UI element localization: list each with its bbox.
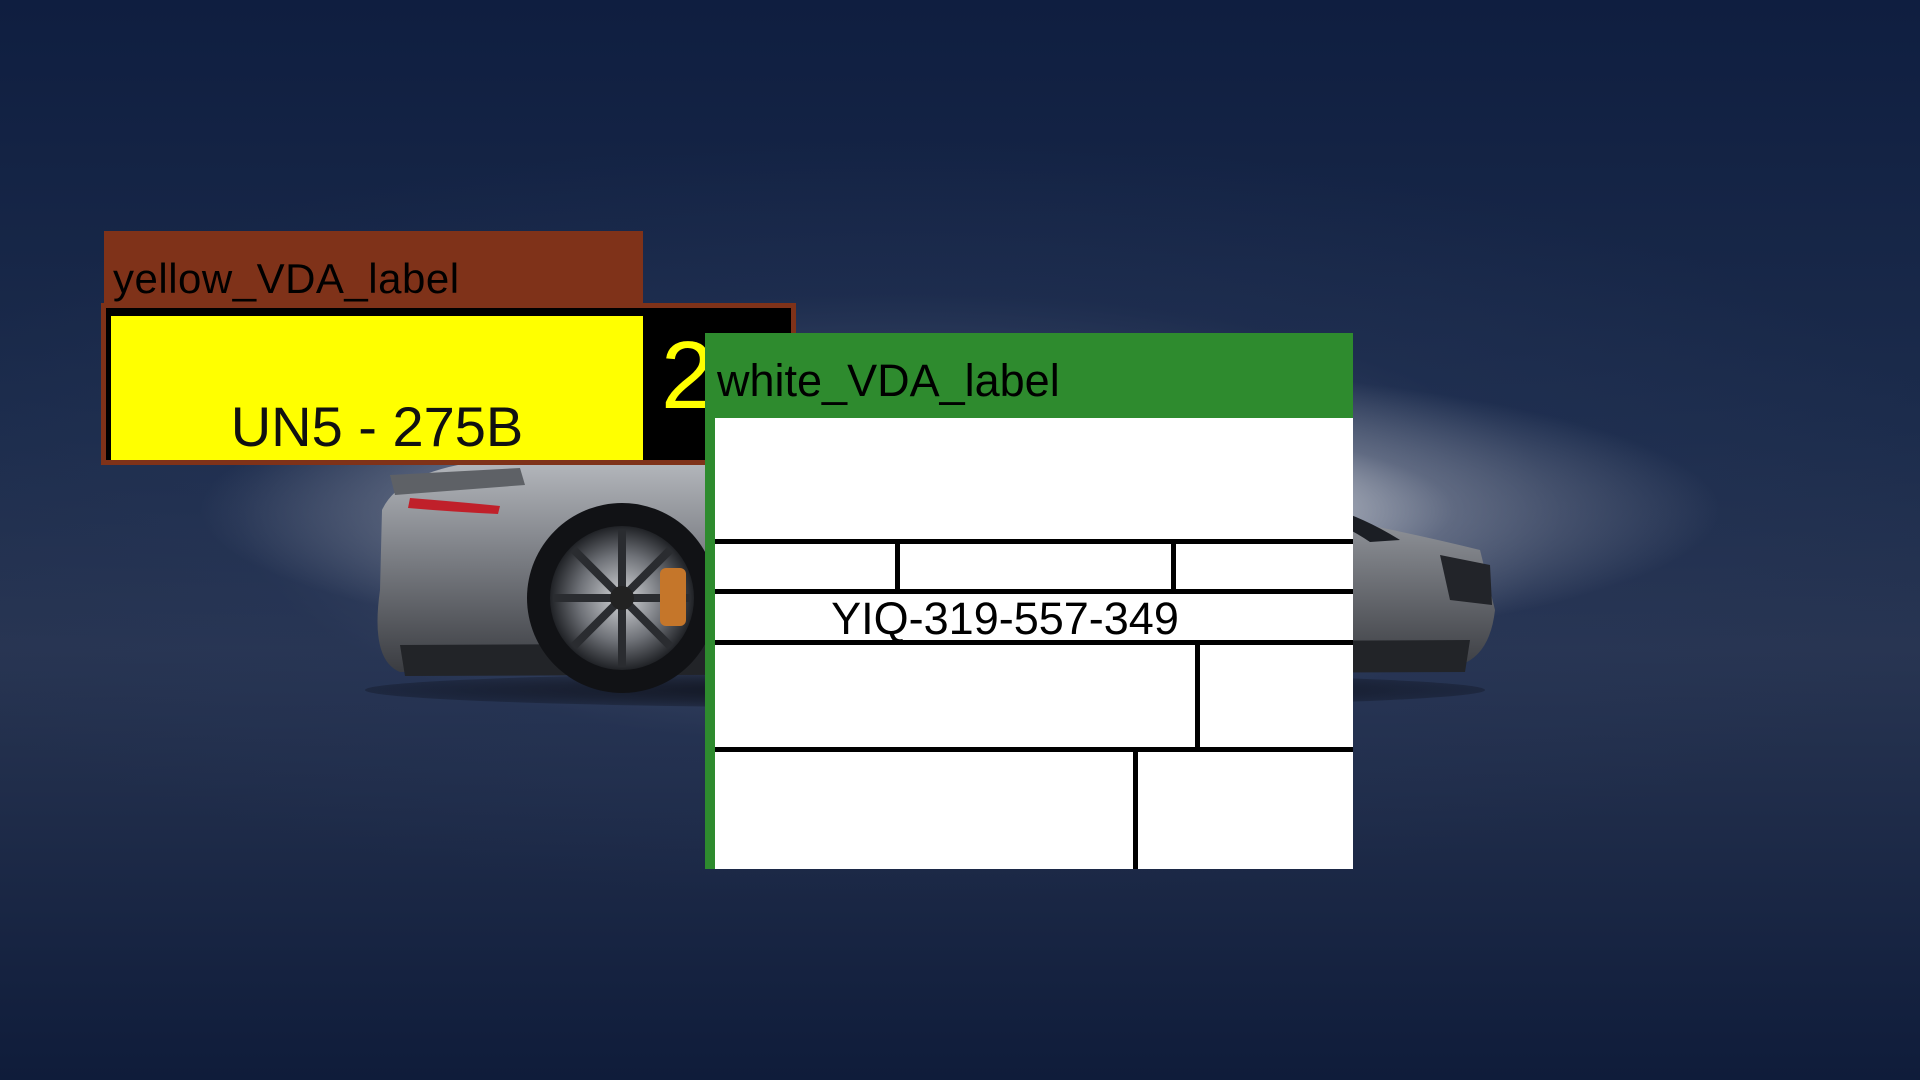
form-divider	[895, 539, 900, 592]
white-label-id: YIQ-319-557-349	[831, 593, 1179, 644]
white-vda-label-name: white_VDA_label	[717, 355, 1060, 406]
form-divider	[1171, 539, 1176, 592]
white-vda-label-tag[interactable]: white_VDA_label	[705, 333, 1353, 411]
form-divider	[1133, 747, 1138, 869]
form-divider	[715, 539, 1353, 544]
yellow-vda-label[interactable]: UN5 - 275B 2	[101, 303, 796, 465]
white-label-form: YIQ-319-557-349	[715, 418, 1353, 869]
form-divider	[1195, 640, 1200, 750]
white-vda-label[interactable]: YIQ-319-557-349	[705, 410, 1353, 869]
yellow-label-code: UN5 - 275B	[230, 395, 524, 458]
form-divider	[715, 640, 1353, 645]
yellow-label-panel: UN5 - 275B	[111, 316, 643, 460]
form-divider	[715, 747, 1353, 752]
yellow-vda-label-name: yellow_VDA_label	[113, 255, 460, 302]
yellow-vda-label-tag[interactable]: yellow_VDA_label	[104, 231, 643, 303]
